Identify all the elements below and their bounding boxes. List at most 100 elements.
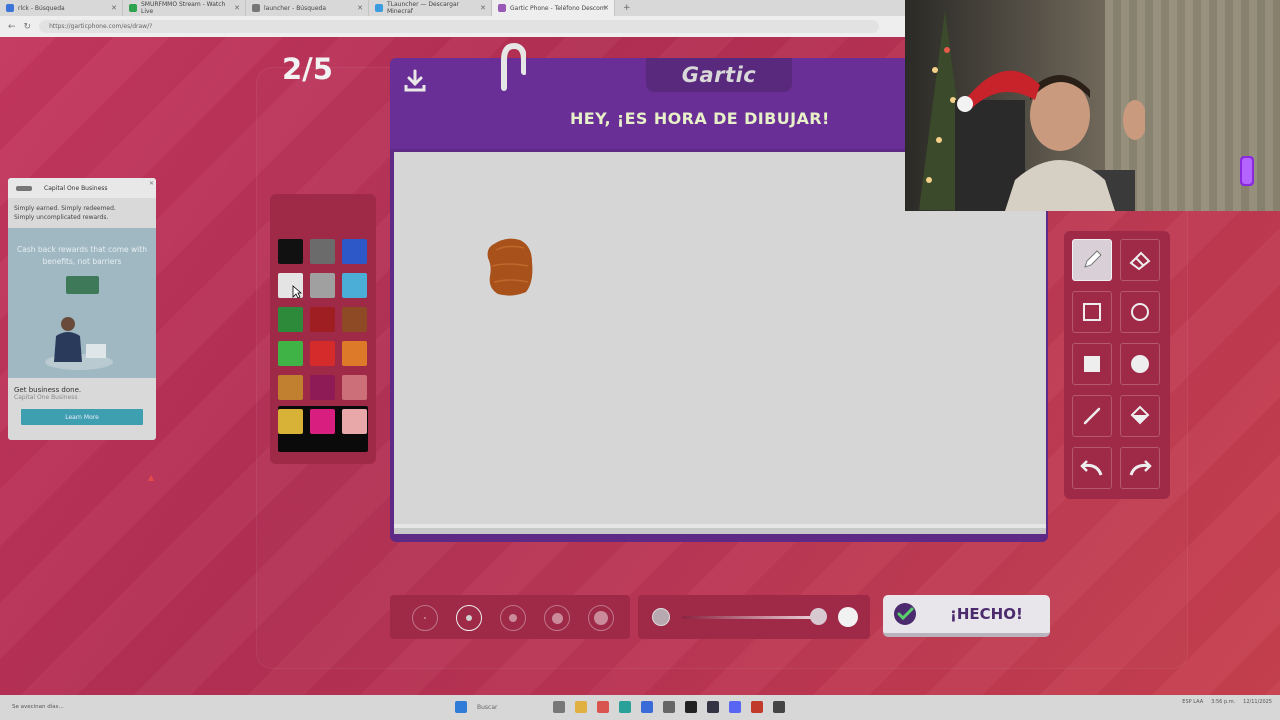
download-icon[interactable] [402,68,428,94]
windows-taskbar: Se avecinan días... Buscar ESP LAA 3:56 … [0,695,1280,720]
tool-button[interactable] [1120,239,1160,281]
ad-hero-text: Cash back rewards that come with benefit… [17,245,147,266]
browser-tab[interactable]: TLauncher — Descargar Minecraf ✕ [369,0,492,16]
browser-tab-active[interactable]: Gartic Phone - Teléfono Descom ✕ [492,0,615,16]
color-swatch[interactable] [310,273,335,298]
tab-label: Gartic Phone - Teléfono Descom [510,4,606,12]
color-swatch[interactable] [310,341,335,366]
done-button[interactable]: ¡HECHO! [883,595,1050,637]
color-swatch[interactable] [310,375,335,400]
ad-tagline-1: Simply earned. Simply redeemed. [14,205,116,212]
brush-size-3-button[interactable] [500,605,526,631]
done-label: ¡HECHO! [950,605,1023,623]
tab-label: launcher - Búsqueda [264,4,327,12]
canvas-edge [394,528,1046,534]
steam-icon[interactable] [707,701,719,713]
color-swatch[interactable] [342,239,367,264]
tool-button[interactable] [1072,239,1112,281]
color-swatch[interactable] [342,273,367,298]
search-favicon-icon [252,4,260,12]
webcam-overlay [905,0,1280,211]
edge-icon[interactable] [619,701,631,713]
color-swatch[interactable] [310,409,335,434]
close-tab-icon[interactable]: ✕ [111,4,117,12]
close-tab-icon[interactable]: ✕ [234,4,240,12]
tool-button[interactable] [1072,447,1112,489]
tool-button[interactable] [1120,395,1160,437]
color-swatch[interactable] [342,409,367,434]
brush-size-5-button[interactable] [588,605,614,631]
chrome-icon[interactable] [597,701,609,713]
purple-lamp [1230,150,1270,190]
fill-bucket-icon [1130,405,1150,425]
streamer-person-icon [955,70,1145,211]
opacity-max-icon [838,607,858,627]
color-swatch[interactable] [310,239,335,264]
clock-time[interactable]: 3:56 p.m. [1211,699,1235,705]
capital-one-logo-icon [16,185,32,191]
close-tab-icon[interactable]: ✕ [480,4,486,12]
opacity-min-icon [652,608,670,626]
task-view-icon[interactable] [553,701,565,713]
ad-cta-subtitle: Capital One Business [14,394,78,401]
file-explorer-icon[interactable] [575,701,587,713]
reload-icon[interactable]: ↻ [24,22,32,32]
search-favicon-icon [6,4,14,12]
tiktok-icon[interactable] [685,701,697,713]
media-app-icon[interactable] [773,701,785,713]
color-swatch[interactable] [342,307,367,332]
discord-icon[interactable] [729,701,741,713]
mouse-cursor-icon [292,285,303,302]
draw-prompt-headline: HEY, ¡ES HORA DE DIBUJAR! [570,109,830,128]
system-tray: ESP LAA 3:56 p.m. 12/11/2025 [1174,699,1272,705]
color-swatch[interactable] [278,341,303,366]
color-swatch[interactable] [310,307,335,332]
browser-icon[interactable] [751,701,763,713]
color-swatch[interactable] [278,239,303,264]
store-icon[interactable] [641,701,653,713]
advertisement[interactable]: ✕ Capital One Business Simply earned. Si… [8,178,156,440]
back-arrow-icon[interactable]: ← [8,22,16,32]
tool-button[interactable] [1072,291,1112,333]
tool-panel [1064,231,1170,499]
ad-learn-more-button[interactable]: Learn More [21,409,143,425]
brush-size-4-button[interactable] [544,605,570,631]
tab-label: TLauncher — Descargar Minecraf [387,1,460,15]
tool-button[interactable] [1120,291,1160,333]
brush-size-1-button[interactable] [412,605,438,631]
clock-date[interactable]: 12/11/2025 [1243,699,1272,705]
opacity-slider[interactable] [638,595,870,639]
tool-button[interactable] [1072,343,1112,385]
undo-icon [1080,460,1103,476]
close-tab-icon[interactable]: ✕ [603,4,609,12]
ad-header: Capital One Business [8,178,156,198]
color-swatch[interactable] [278,409,303,434]
color-swatch[interactable] [342,375,367,400]
taskbar-search[interactable]: Buscar [477,704,537,711]
tool-button[interactable] [1120,447,1160,489]
tool-button[interactable] [1120,343,1160,385]
color-swatch[interactable] [278,375,303,400]
tlauncher-favicon-icon [375,4,383,12]
redo-icon [1129,460,1152,476]
brush-dot-icon [466,615,472,621]
browser-tab[interactable]: SMURFMMO Stream - Watch Live ✕ [123,0,246,16]
settings-icon[interactable] [663,701,675,713]
language-indicator[interactable]: ESP LAA [1182,699,1203,705]
browser-tab[interactable]: launcher - Búsqueda ✕ [246,0,369,16]
windows-start-icon[interactable] [455,701,467,713]
opacity-knob[interactable] [810,608,827,625]
gartic-favicon-icon [498,4,506,12]
ad-close-icon[interactable]: ✕ [149,180,154,187]
brush-size-2-button[interactable] [456,605,482,631]
weather-widget[interactable]: Se avecinan días... [12,704,112,711]
close-tab-icon[interactable]: ✕ [357,4,363,12]
rectangle-filled-icon [1084,356,1100,372]
opacity-track[interactable] [682,616,822,619]
color-swatch[interactable] [278,307,303,332]
color-swatch[interactable] [342,341,367,366]
browser-tab[interactable]: rlck - Búsqueda ✕ [0,0,123,16]
tool-button[interactable] [1072,395,1112,437]
url-field[interactable]: https://garticphone.com/es/draw/? [39,20,880,33]
new-tab-button[interactable]: + [615,3,639,13]
